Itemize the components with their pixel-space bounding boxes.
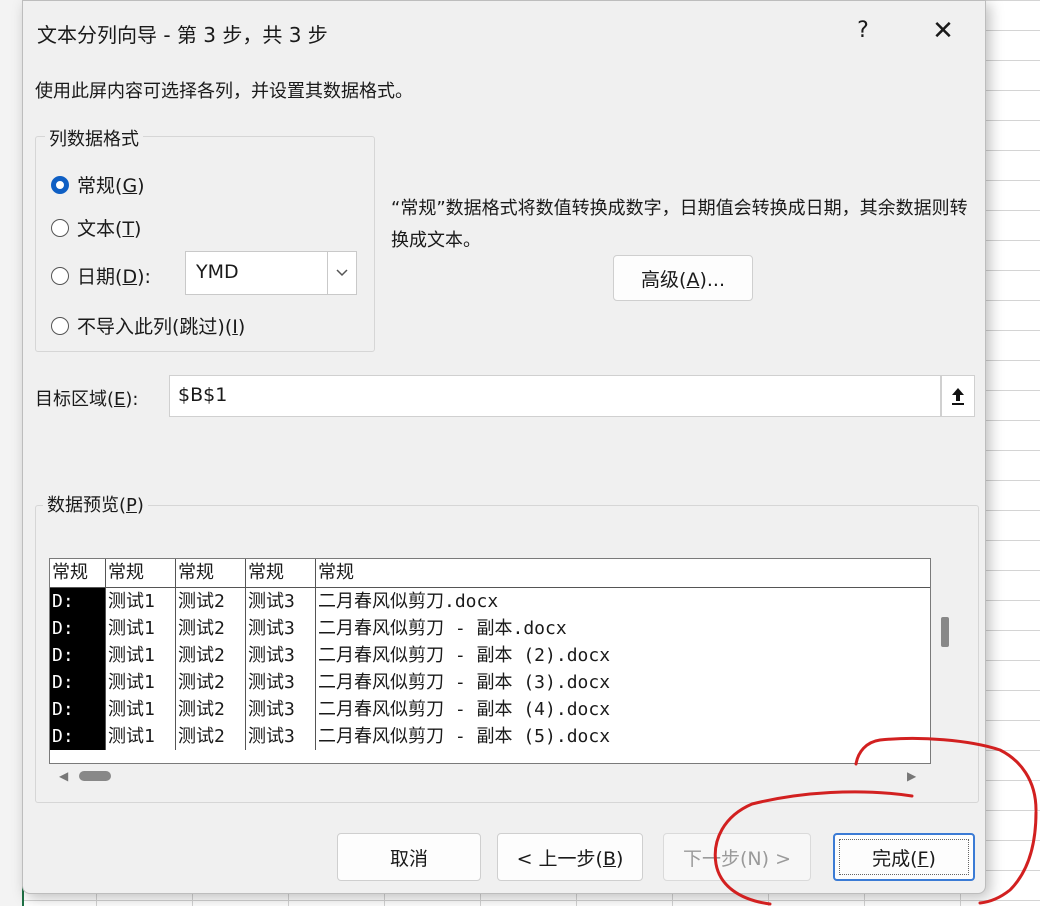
radio-skip-indicator[interactable] bbox=[51, 316, 69, 335]
date-format-select[interactable]: YMD bbox=[185, 251, 357, 295]
preview-cell[interactable]: D: bbox=[50, 669, 106, 696]
target-range-input[interactable]: $B$1 bbox=[169, 375, 941, 417]
preview-col-header[interactable]: 常规 bbox=[176, 559, 246, 587]
data-preview-grid[interactable]: 常规 常规 常规 常规 常规 D: 测试1 测试2 测试3 二月春风似剪刀.do… bbox=[49, 558, 931, 764]
preview-cell[interactable]: 二月春风似剪刀 - 副本 (3).docx bbox=[316, 669, 930, 696]
preview-cell[interactable]: 测试2 bbox=[176, 588, 246, 615]
preview-col-header[interactable]: 常规 bbox=[50, 559, 106, 587]
preview-cell[interactable]: 二月春风似剪刀 - 副本 (5).docx bbox=[316, 723, 930, 750]
dialog-title: 文本分列向导 - 第 3 步，共 3 步 bbox=[37, 23, 328, 47]
data-preview-legend: 数据预览(P) bbox=[43, 491, 148, 517]
preview-cell[interactable]: D: bbox=[50, 588, 106, 615]
preview-col-header[interactable]: 常规 bbox=[106, 559, 176, 587]
radio-date-label: 日期(D): bbox=[77, 266, 151, 288]
radio-general[interactable]: 常规(G) bbox=[51, 171, 145, 198]
preview-cell[interactable]: 测试2 bbox=[176, 615, 246, 642]
radio-text[interactable]: 文本(T) bbox=[51, 214, 141, 241]
target-range-value: $B$1 bbox=[178, 384, 228, 406]
dialog-instruction: 使用此屏内容可选择各列，并设置其数据格式。 bbox=[35, 81, 413, 102]
preview-cell[interactable]: 测试3 bbox=[246, 642, 316, 669]
preview-cell[interactable]: 测试1 bbox=[106, 588, 176, 615]
column-format-legend: 列数据格式 bbox=[45, 125, 143, 151]
preview-cell[interactable]: 测试3 bbox=[246, 669, 316, 696]
finish-button[interactable]: 完成(F) bbox=[833, 833, 975, 881]
table-row: D: 测试1 测试2 测试3 二月春风似剪刀 - 副本 (5).docx bbox=[50, 723, 930, 750]
focus-ring bbox=[839, 839, 969, 875]
cancel-button[interactable]: 取消 bbox=[337, 833, 481, 881]
preview-cell[interactable]: 测试2 bbox=[176, 669, 246, 696]
preview-cell[interactable]: 测试3 bbox=[246, 696, 316, 723]
preview-cell[interactable]: 测试2 bbox=[176, 642, 246, 669]
dialog-titlebar: 文本分列向导 - 第 3 步，共 3 步 ? ✕ bbox=[23, 1, 985, 61]
scroll-right-icon[interactable]: ▶ bbox=[907, 769, 916, 783]
preview-header-row: 常规 常规 常规 常规 常规 bbox=[50, 559, 930, 588]
preview-cell[interactable]: 测试2 bbox=[176, 723, 246, 750]
horizontal-scrollbar-thumb[interactable] bbox=[79, 771, 111, 781]
preview-cell[interactable]: 二月春风似剪刀 - 副本 (2).docx bbox=[316, 642, 930, 669]
format-description: “常规”数据格式将数值转换成数字，日期值会转换成日期，其余数据则转换成文本。 bbox=[391, 198, 968, 251]
radio-skip[interactable]: 不导入此列(跳过)(I) bbox=[51, 312, 245, 339]
date-format-value: YMD bbox=[196, 261, 239, 283]
preview-cell[interactable]: D: bbox=[50, 696, 106, 723]
radio-date[interactable]: 日期(D): bbox=[51, 262, 151, 289]
table-row: D: 测试1 测试2 测试3 二月春风似剪刀 - 副本 (3).docx bbox=[50, 669, 930, 696]
preview-cell[interactable]: D: bbox=[50, 615, 106, 642]
help-button[interactable]: ? bbox=[845, 13, 881, 49]
preview-col-header[interactable]: 常规 bbox=[246, 559, 316, 587]
preview-cell[interactable]: 测试3 bbox=[246, 615, 316, 642]
upload-arrow-icon[interactable] bbox=[941, 375, 975, 417]
back-button[interactable]: < 上一步(B) bbox=[497, 833, 643, 881]
preview-cell[interactable]: 测试1 bbox=[106, 696, 176, 723]
preview-cell[interactable]: 测试1 bbox=[106, 642, 176, 669]
back-button-label: < 上一步(B) bbox=[516, 847, 624, 870]
radio-date-indicator[interactable] bbox=[51, 266, 69, 285]
preview-cell[interactable]: 测试1 bbox=[106, 723, 176, 750]
preview-cell[interactable]: 测试2 bbox=[176, 696, 246, 723]
vertical-scrollbar-thumb[interactable] bbox=[941, 617, 949, 647]
table-row: D: 测试1 测试2 测试3 二月春风似剪刀 - 副本 (2).docx bbox=[50, 642, 930, 669]
radio-general-label: 常规(G) bbox=[77, 175, 145, 197]
preview-cell[interactable]: 测试3 bbox=[246, 588, 316, 615]
preview-cell[interactable]: 二月春风似剪刀 - 副本.docx bbox=[316, 615, 930, 642]
preview-cell[interactable]: 测试3 bbox=[246, 723, 316, 750]
spreadsheet-background-cells bbox=[984, 0, 1040, 906]
spreadsheet-row-header-strip bbox=[0, 0, 24, 906]
preview-cell[interactable]: 二月春风似剪刀 - 副本 (4).docx bbox=[316, 696, 930, 723]
preview-cell[interactable]: D: bbox=[50, 723, 106, 750]
close-button[interactable]: ✕ bbox=[923, 13, 963, 49]
table-row: D: 测试1 测试2 测试3 二月春风似剪刀.docx bbox=[50, 588, 930, 615]
advanced-button-label: 高级(A)... bbox=[641, 268, 725, 291]
chevron-down-icon[interactable] bbox=[327, 252, 356, 294]
preview-cell[interactable]: D: bbox=[50, 642, 106, 669]
preview-cell[interactable]: 测试1 bbox=[106, 615, 176, 642]
table-row: D: 测试1 测试2 测试3 二月春风似剪刀 - 副本.docx bbox=[50, 615, 930, 642]
radio-skip-label: 不导入此列(跳过)(I) bbox=[77, 316, 246, 338]
advanced-button[interactable]: 高级(A)... bbox=[613, 255, 753, 301]
text-to-columns-dialog: 文本分列向导 - 第 3 步，共 3 步 ? ✕ 使用此屏内容可选择各列，并设置… bbox=[22, 0, 986, 894]
preview-cell[interactable]: 二月春风似剪刀.docx bbox=[316, 588, 930, 615]
target-range-label: 目标区域(E): bbox=[35, 389, 139, 410]
radio-text-indicator[interactable] bbox=[51, 218, 69, 237]
radio-general-indicator[interactable] bbox=[51, 175, 69, 194]
scroll-left-icon[interactable]: ◀ bbox=[59, 769, 68, 783]
preview-cell[interactable]: 测试1 bbox=[106, 669, 176, 696]
next-button[interactable]: 下一步(N) > bbox=[663, 833, 811, 881]
table-row: D: 测试1 测试2 测试3 二月春风似剪刀 - 副本 (4).docx bbox=[50, 696, 930, 723]
preview-col-header[interactable]: 常规 bbox=[316, 559, 930, 587]
radio-text-label: 文本(T) bbox=[77, 218, 142, 240]
